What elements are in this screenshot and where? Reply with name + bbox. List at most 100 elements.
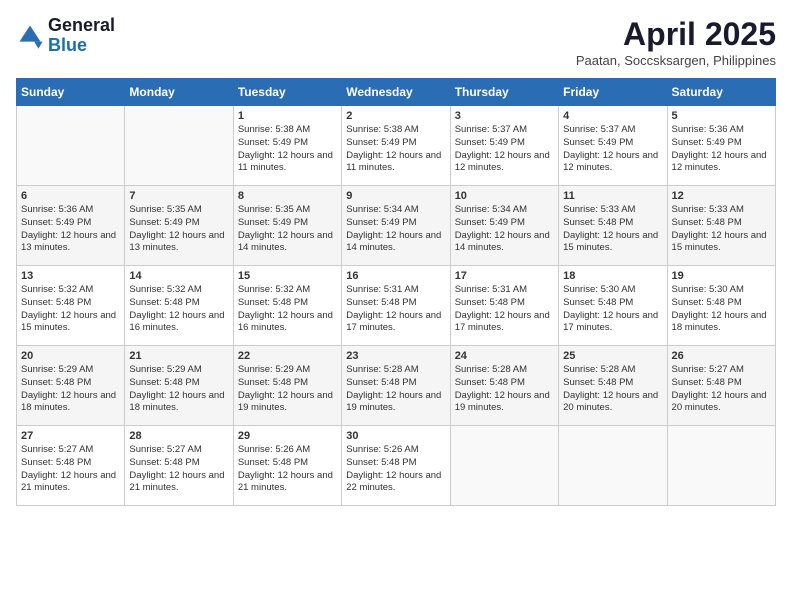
subtitle: Paatan, Soccsksargen, Philippines — [576, 53, 776, 68]
calendar-cell — [559, 426, 667, 506]
calendar-cell: 18 Sunrise: 5:30 AM Sunset: 5:48 PM Dayli… — [559, 266, 667, 346]
day-number: 4 — [563, 110, 662, 122]
day-number: 16 — [346, 270, 445, 282]
calendar-cell — [125, 106, 233, 186]
calendar-cell: 17 Sunrise: 5:31 AM Sunset: 5:48 PM Dayli… — [450, 266, 558, 346]
calendar-cell: 4Sunrise: 5:37 AM Sunset: 5:49 PM Daylig… — [559, 106, 667, 186]
day-info: Sunrise: 5:33 AM Sunset: 5:48 PM Dayligh… — [672, 204, 771, 255]
calendar-cell: 15 Sunrise: 5:32 AM Sunset: 5:48 PM Dayli… — [233, 266, 341, 346]
calendar-cell: 8 Sunrise: 5:35 AM Sunset: 5:49 PM Daylig… — [233, 186, 341, 266]
calendar-cell: 6 Sunrise: 5:36 AM Sunset: 5:49 PM Daylig… — [17, 186, 125, 266]
calendar-cell: 13 Sunrise: 5:32 AM Sunset: 5:48 PM Dayli… — [17, 266, 125, 346]
day-info: Sunrise: 5:32 AM Sunset: 5:48 PM Dayligh… — [21, 284, 120, 335]
calendar-header: SundayMondayTuesdayWednesdayThursdayFrid… — [17, 79, 776, 106]
calendar-cell: 21Sunrise: 5:29 AM Sunset: 5:48 PM Dayli… — [125, 346, 233, 426]
day-number: 3 — [455, 110, 554, 122]
day-number: 19 — [672, 270, 771, 282]
col-header-saturday: Saturday — [667, 79, 775, 106]
day-info: Sunrise: 5:32 AM Sunset: 5:48 PM Dayligh… — [238, 284, 337, 335]
logo-general-text: General — [48, 16, 115, 36]
day-number: 17 — [455, 270, 554, 282]
day-info: Sunrise: 5:32 AM Sunset: 5:48 PM Dayligh… — [129, 284, 228, 335]
calendar-cell: 19Sunrise: 5:30 AM Sunset: 5:48 PM Dayli… — [667, 266, 775, 346]
day-number: 11 — [563, 190, 662, 202]
logo-icon — [16, 22, 44, 50]
day-info: Sunrise: 5:36 AM Sunset: 5:49 PM Dayligh… — [21, 204, 120, 255]
day-number: 1 — [238, 110, 337, 122]
calendar-cell: 30 Sunrise: 5:26 AM Sunset: 5:48 PM Dayli… — [342, 426, 450, 506]
day-number: 7 — [129, 190, 228, 202]
day-info: Sunrise: 5:33 AM Sunset: 5:48 PM Dayligh… — [563, 204, 662, 255]
day-number: 23 — [346, 350, 445, 362]
calendar-cell: 5 Sunrise: 5:36 AM Sunset: 5:49 PM Daylig… — [667, 106, 775, 186]
day-info: Sunrise: 5:34 AM Sunset: 5:49 PM Dayligh… — [346, 204, 445, 255]
calendar-cell — [450, 426, 558, 506]
col-header-sunday: Sunday — [17, 79, 125, 106]
page-header: General Blue April 2025 Paatan, Soccsksa… — [16, 16, 776, 68]
calendar-table: SundayMondayTuesdayWednesdayThursdayFrid… — [16, 78, 776, 506]
calendar-cell: 29 Sunrise: 5:26 AM Sunset: 5:48 PM Dayli… — [233, 426, 341, 506]
day-info: Sunrise: 5:38 AM Sunset: 5:49 PM Dayligh… — [238, 124, 337, 175]
calendar-cell: 9Sunrise: 5:34 AM Sunset: 5:49 PM Daylig… — [342, 186, 450, 266]
calendar-cell — [17, 106, 125, 186]
calendar-cell: 12 Sunrise: 5:33 AM Sunset: 5:48 PM Dayli… — [667, 186, 775, 266]
calendar-cell: 1 Sunrise: 5:38 AM Sunset: 5:49 PM Daylig… — [233, 106, 341, 186]
day-info: Sunrise: 5:27 AM Sunset: 5:48 PM Dayligh… — [129, 444, 228, 495]
day-number: 18 — [563, 270, 662, 282]
day-number: 6 — [21, 190, 120, 202]
day-number: 2 — [346, 110, 445, 122]
day-info: Sunrise: 5:35 AM Sunset: 5:49 PM Dayligh… — [129, 204, 228, 255]
day-info: Sunrise: 5:27 AM Sunset: 5:48 PM Dayligh… — [672, 364, 771, 415]
day-info: Sunrise: 5:34 AM Sunset: 5:49 PM Dayligh… — [455, 204, 554, 255]
day-number: 26 — [672, 350, 771, 362]
day-number: 30 — [346, 430, 445, 442]
day-info: Sunrise: 5:28 AM Sunset: 5:48 PM Dayligh… — [563, 364, 662, 415]
day-number: 29 — [238, 430, 337, 442]
col-header-friday: Friday — [559, 79, 667, 106]
day-number: 8 — [238, 190, 337, 202]
day-number: 14 — [129, 270, 228, 282]
day-number: 20 — [21, 350, 120, 362]
day-number: 13 — [21, 270, 120, 282]
month-title: April 2025 — [576, 16, 776, 53]
day-info: Sunrise: 5:26 AM Sunset: 5:48 PM Dayligh… — [346, 444, 445, 495]
day-info: Sunrise: 5:31 AM Sunset: 5:48 PM Dayligh… — [455, 284, 554, 335]
day-info: Sunrise: 5:38 AM Sunset: 5:49 PM Dayligh… — [346, 124, 445, 175]
day-number: 12 — [672, 190, 771, 202]
col-header-thursday: Thursday — [450, 79, 558, 106]
calendar-cell: 27Sunrise: 5:27 AM Sunset: 5:48 PM Dayli… — [17, 426, 125, 506]
col-header-tuesday: Tuesday — [233, 79, 341, 106]
day-number: 10 — [455, 190, 554, 202]
day-info: Sunrise: 5:30 AM Sunset: 5:48 PM Dayligh… — [563, 284, 662, 335]
day-number: 21 — [129, 350, 228, 362]
day-info: Sunrise: 5:37 AM Sunset: 5:49 PM Dayligh… — [455, 124, 554, 175]
day-number: 15 — [238, 270, 337, 282]
calendar-cell: 28 Sunrise: 5:27 AM Sunset: 5:48 PM Dayli… — [125, 426, 233, 506]
calendar-cell: 11 Sunrise: 5:33 AM Sunset: 5:48 PM Dayli… — [559, 186, 667, 266]
day-number: 22 — [238, 350, 337, 362]
title-block: April 2025 Paatan, Soccsksargen, Philipp… — [576, 16, 776, 68]
calendar-cell: 7 Sunrise: 5:35 AM Sunset: 5:49 PM Daylig… — [125, 186, 233, 266]
col-header-wednesday: Wednesday — [342, 79, 450, 106]
calendar-cell: 3 Sunrise: 5:37 AM Sunset: 5:49 PM Daylig… — [450, 106, 558, 186]
day-info: Sunrise: 5:28 AM Sunset: 5:48 PM Dayligh… — [455, 364, 554, 415]
day-info: Sunrise: 5:28 AM Sunset: 5:48 PM Dayligh… — [346, 364, 445, 415]
logo-blue-text: Blue — [48, 36, 115, 56]
calendar-cell: 25Sunrise: 5:28 AM Sunset: 5:48 PM Dayli… — [559, 346, 667, 426]
day-info: Sunrise: 5:26 AM Sunset: 5:48 PM Dayligh… — [238, 444, 337, 495]
calendar-cell: 20 Sunrise: 5:29 AM Sunset: 5:48 PM Dayli… — [17, 346, 125, 426]
calendar-cell: 22 Sunrise: 5:29 AM Sunset: 5:48 PM Dayli… — [233, 346, 341, 426]
calendar-cell: 16Sunrise: 5:31 AM Sunset: 5:48 PM Dayli… — [342, 266, 450, 346]
day-number: 27 — [21, 430, 120, 442]
day-number: 24 — [455, 350, 554, 362]
day-info: Sunrise: 5:36 AM Sunset: 5:49 PM Dayligh… — [672, 124, 771, 175]
col-header-monday: Monday — [125, 79, 233, 106]
day-info: Sunrise: 5:35 AM Sunset: 5:49 PM Dayligh… — [238, 204, 337, 255]
day-info: Sunrise: 5:29 AM Sunset: 5:48 PM Dayligh… — [21, 364, 120, 415]
calendar-cell: 2 Sunrise: 5:38 AM Sunset: 5:49 PM Daylig… — [342, 106, 450, 186]
day-info: Sunrise: 5:29 AM Sunset: 5:48 PM Dayligh… — [238, 364, 337, 415]
calendar-cell: 23 Sunrise: 5:28 AM Sunset: 5:48 PM Dayli… — [342, 346, 450, 426]
day-number: 5 — [672, 110, 771, 122]
calendar-cell: 10 Sunrise: 5:34 AM Sunset: 5:49 PM Dayli… — [450, 186, 558, 266]
day-number: 28 — [129, 430, 228, 442]
